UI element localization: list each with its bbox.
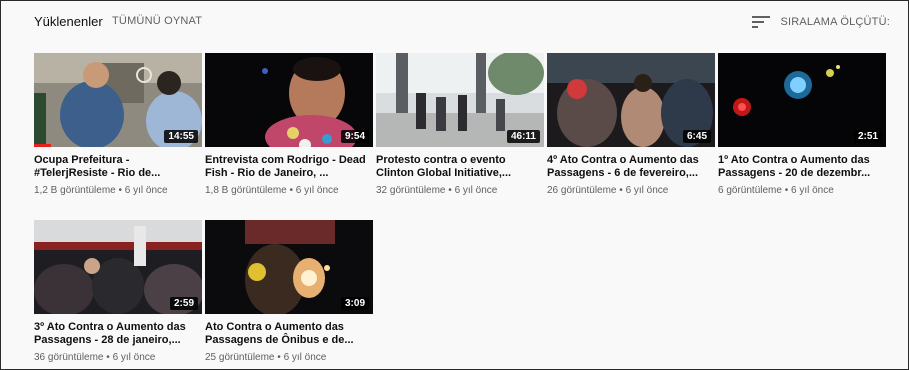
- video-card[interactable]: 46:11 Protesto contra o evento Clinton G…: [376, 53, 544, 196]
- video-card[interactable]: 3:09 Ato Contra o Aumento das Passagens …: [205, 220, 373, 363]
- video-duration: 3:09: [340, 297, 369, 310]
- video-metadata: 26 görüntüleme • 6 yıl önce: [547, 185, 715, 196]
- view-count: 1,2 B görüntüleme: [34, 185, 116, 196]
- sort-icon: [752, 15, 771, 29]
- video-title[interactable]: Ocupa Prefeitura - #TelerjResiste - Rio …: [34, 154, 196, 180]
- upload-age: 6 yıl önce: [454, 185, 498, 196]
- upload-age: 6 yıl önce: [283, 352, 327, 363]
- video-thumbnail[interactable]: 2:51: [718, 53, 886, 147]
- section-title[interactable]: Yüklenenler: [34, 14, 103, 29]
- video-card[interactable]: 2:51 1º Ato Contra o Aumento das Passage…: [718, 53, 886, 196]
- video-duration: 14:55: [164, 130, 198, 143]
- sort-button[interactable]: SIRALAMA ÖLÇÜTÜ:: [752, 12, 890, 32]
- video-card[interactable]: 6:45 4º Ato Contra o Aumento das Passage…: [547, 53, 715, 196]
- video-metadata: 1,2 B görüntüleme • 6 yıl önce: [34, 185, 202, 196]
- video-duration: 9:54: [340, 130, 369, 143]
- video-metadata: 6 görüntüleme • 6 yıl önce: [718, 185, 886, 196]
- video-duration: 2:59: [169, 297, 198, 310]
- video-card[interactable]: 9:54 Entrevista com Rodrigo - Dead Fish …: [205, 53, 373, 196]
- video-thumbnail[interactable]: 46:11: [376, 53, 544, 147]
- video-title[interactable]: 4º Ato Contra o Aumento das Passagens - …: [547, 154, 709, 180]
- video-duration: 6:45: [682, 130, 711, 143]
- video-thumbnail[interactable]: 3:09: [205, 220, 373, 314]
- view-count: 32 görüntüleme: [376, 185, 446, 196]
- view-count: 1,8 B görüntüleme: [205, 185, 287, 196]
- video-title[interactable]: Entrevista com Rodrigo - Dead Fish - Rio…: [205, 154, 367, 180]
- video-metadata: 32 görüntüleme • 6 yıl önce: [376, 185, 544, 196]
- shelf-header: Yüklenenler TÜMÜNÜ OYNAT SIRALAMA ÖLÇÜTÜ…: [1, 1, 908, 45]
- video-metadata: 1,8 B görüntüleme • 6 yıl önce: [205, 185, 373, 196]
- video-card[interactable]: 14:55 Ocupa Prefeitura - #TelerjResiste …: [34, 53, 202, 196]
- upload-age: 6 yıl önce: [791, 185, 834, 196]
- sort-label: SIRALAMA ÖLÇÜTÜ:: [780, 16, 890, 28]
- video-duration: 2:51: [853, 130, 882, 143]
- uploads-shelf: Yüklenenler TÜMÜNÜ OYNAT SIRALAMA ÖLÇÜTÜ…: [0, 0, 909, 370]
- video-title[interactable]: Protesto contra o evento Clinton Global …: [376, 154, 538, 180]
- play-all-button[interactable]: TÜMÜNÜ OYNAT: [112, 15, 202, 27]
- video-thumbnail[interactable]: 6:45: [547, 53, 715, 147]
- video-thumbnail[interactable]: 9:54: [205, 53, 373, 147]
- video-title[interactable]: 1º Ato Contra o Aumento das Passagens - …: [718, 154, 880, 180]
- video-metadata: 25 görüntüleme • 6 yıl önce: [205, 352, 373, 363]
- upload-age: 6 yıl önce: [124, 185, 168, 196]
- video-duration: 46:11: [506, 130, 540, 143]
- view-count: 25 görüntüleme: [205, 352, 275, 363]
- video-card[interactable]: 2:59 3º Ato Contra o Aumento das Passage…: [34, 220, 202, 363]
- video-thumbnail[interactable]: 14:55: [34, 53, 202, 147]
- video-thumbnail[interactable]: 2:59: [34, 220, 202, 314]
- view-count: 36 görüntüleme: [34, 352, 104, 363]
- upload-age: 6 yıl önce: [295, 185, 339, 196]
- watch-progress-bar: [34, 144, 51, 147]
- upload-age: 6 yıl önce: [625, 185, 669, 196]
- video-metadata: 36 görüntüleme • 6 yıl önce: [34, 352, 202, 363]
- video-title[interactable]: 3º Ato Contra o Aumento das Passagens - …: [34, 321, 196, 347]
- view-count: 26 görüntüleme: [547, 185, 617, 196]
- upload-age: 6 yıl önce: [112, 352, 156, 363]
- view-count: 6 görüntüleme: [718, 185, 782, 196]
- video-title[interactable]: Ato Contra o Aumento das Passagens de Ôn…: [205, 321, 367, 347]
